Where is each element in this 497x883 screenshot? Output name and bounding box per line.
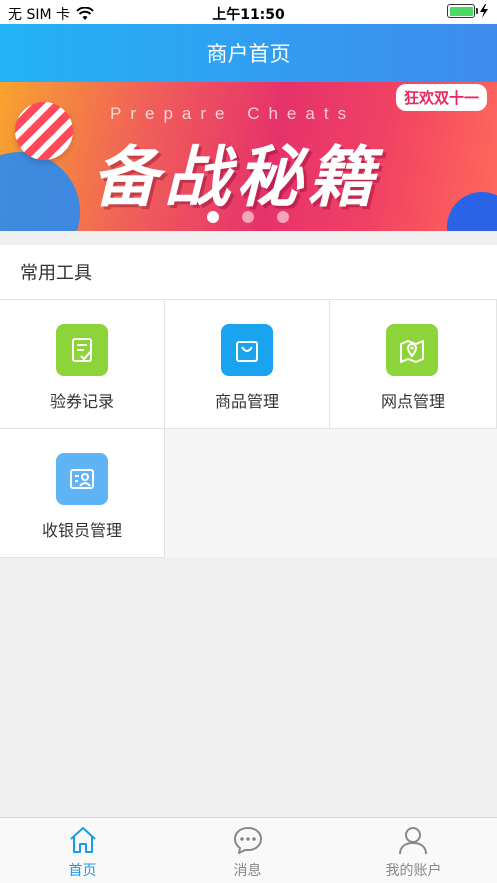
nav-bar: 商户首页 bbox=[0, 24, 497, 82]
charging-icon bbox=[480, 4, 488, 18]
status-right bbox=[447, 4, 489, 18]
cashier-icon bbox=[56, 453, 108, 505]
battery-icon bbox=[447, 4, 478, 18]
banner-title: 备战秘籍 bbox=[92, 139, 380, 216]
page-title: 商户首页 bbox=[206, 42, 291, 66]
section-title: 常用工具 bbox=[20, 263, 92, 284]
tool-coupon-record[interactable]: 验券记录 bbox=[0, 300, 165, 429]
tool-product-management[interactable]: 商品管理 bbox=[165, 300, 330, 429]
tool-label: 验券记录 bbox=[49, 392, 114, 411]
banner-dot-3[interactable] bbox=[277, 211, 289, 223]
home-icon bbox=[70, 827, 96, 853]
banner-tag: 狂欢双十一 bbox=[395, 84, 487, 111]
coupon-record-icon bbox=[56, 324, 108, 376]
banner-subtitle: Prepare Cheats bbox=[110, 104, 356, 123]
shopping-bag-icon bbox=[221, 324, 273, 376]
tab-home[interactable]: 首页 bbox=[0, 818, 165, 883]
empty-content-area bbox=[0, 558, 497, 817]
banner-blue-circle bbox=[447, 192, 497, 231]
tab-label: 我的账户 bbox=[385, 863, 442, 879]
tools-section-header: 常用工具 bbox=[0, 245, 497, 300]
message-icon bbox=[234, 827, 262, 854]
banner-dot-2[interactable] bbox=[242, 211, 254, 223]
tool-label: 收银员管理 bbox=[41, 521, 122, 540]
user-icon bbox=[399, 827, 427, 855]
tools-grid: 验券记录 商品管理 网点管理 收银员管理 bbox=[0, 300, 497, 558]
tab-bar: 首页 消息 我的账户 bbox=[0, 817, 497, 883]
banner-decoration-circle bbox=[0, 152, 80, 231]
status-bar: 无 SIM 卡 上午11:50 bbox=[0, 0, 497, 24]
banner-dot-1[interactable] bbox=[207, 211, 219, 223]
tab-label: 消息 bbox=[233, 863, 262, 879]
promo-banner[interactable]: Prepare Cheats 备战秘籍 狂欢双十一 bbox=[0, 82, 497, 231]
tool-label: 商品管理 bbox=[214, 392, 279, 411]
battery-fill bbox=[449, 6, 473, 16]
tab-label: 首页 bbox=[68, 863, 97, 879]
tab-my-account[interactable]: 我的账户 bbox=[330, 818, 497, 883]
tool-cashier-management[interactable]: 收银员管理 bbox=[0, 429, 165, 558]
map-location-icon bbox=[386, 324, 438, 376]
status-time: 上午11:50 bbox=[212, 7, 285, 23]
banner-striped-ball bbox=[15, 102, 73, 160]
tab-messages[interactable]: 消息 bbox=[165, 818, 330, 883]
tool-branch-management[interactable]: 网点管理 bbox=[330, 300, 497, 429]
tool-label: 网点管理 bbox=[380, 392, 445, 411]
